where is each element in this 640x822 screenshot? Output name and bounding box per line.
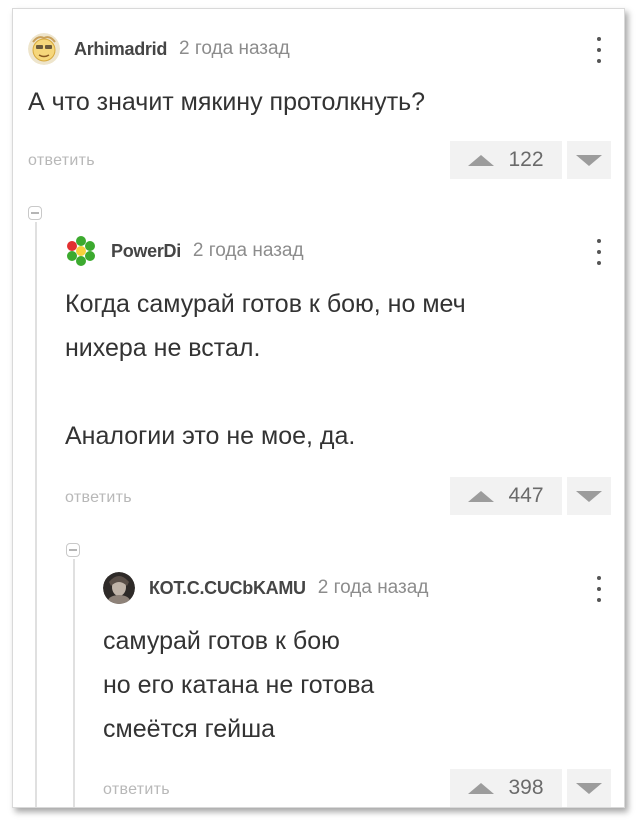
- more-options-icon[interactable]: [589, 33, 609, 67]
- vote-controls: 398: [450, 769, 611, 807]
- author-name[interactable]: Arhimadrid: [74, 39, 167, 60]
- reply-button[interactable]: ответить: [28, 152, 95, 170]
- vote-count: 447: [508, 484, 544, 507]
- arrow-up-icon: [468, 782, 495, 794]
- downvote-button[interactable]: [567, 477, 611, 515]
- author-name[interactable]: КОТ.С.СUCbKAMU: [149, 578, 306, 599]
- comment-header: Arhimadrid 2 года назад: [28, 33, 290, 65]
- comment-time: 2 года назад: [317, 577, 429, 598]
- comment-text: самурай готов к бою но его катана не гот…: [103, 627, 375, 743]
- downvote-button[interactable]: [567, 769, 611, 807]
- more-options-icon[interactable]: [589, 572, 609, 606]
- photo-avatar-icon[interactable]: [103, 572, 135, 604]
- more-options-icon[interactable]: [589, 235, 609, 269]
- upvote-button[interactable]: 447: [450, 477, 562, 515]
- arrow-down-icon: [576, 154, 602, 166]
- reply-button[interactable]: ответить: [65, 489, 132, 507]
- comment-text: Когда самурай готов к бою, но меч нихера…: [65, 290, 466, 450]
- vote-count: 122: [508, 148, 544, 171]
- icq-flower-icon[interactable]: [65, 235, 97, 267]
- vote-controls: 447: [450, 477, 611, 515]
- upvote-button[interactable]: 398: [450, 769, 562, 807]
- collapse-thread-button[interactable]: [66, 543, 80, 557]
- vote-count: 398: [508, 776, 544, 799]
- comments-thread: Arhimadrid 2 года назад А что значит мяк…: [12, 8, 625, 808]
- comment-header: PowerDi 2 года назад: [65, 235, 304, 267]
- vote-controls: 122: [450, 141, 611, 179]
- arrow-down-icon: [576, 490, 602, 502]
- reply-button[interactable]: ответить: [103, 781, 170, 799]
- comment-time: 2 года назад: [192, 240, 304, 261]
- upvote-button[interactable]: 122: [450, 141, 562, 179]
- comment-time: 2 года назад: [179, 38, 290, 59]
- collapse-thread-button[interactable]: [28, 206, 42, 220]
- arrow-down-icon: [576, 782, 602, 794]
- author-name[interactable]: PowerDi: [111, 241, 181, 262]
- comment-header: КОТ.С.СUCbKAMU 2 года назад: [103, 572, 428, 604]
- thread-line: [35, 222, 37, 807]
- downvote-button[interactable]: [567, 141, 611, 179]
- smiley-avatar-icon[interactable]: [28, 33, 60, 65]
- arrow-up-icon: [468, 154, 495, 166]
- thread-line: [73, 559, 75, 807]
- arrow-up-icon: [468, 490, 495, 502]
- comment-text: А что значит мякину протолкнуть?: [28, 88, 426, 116]
